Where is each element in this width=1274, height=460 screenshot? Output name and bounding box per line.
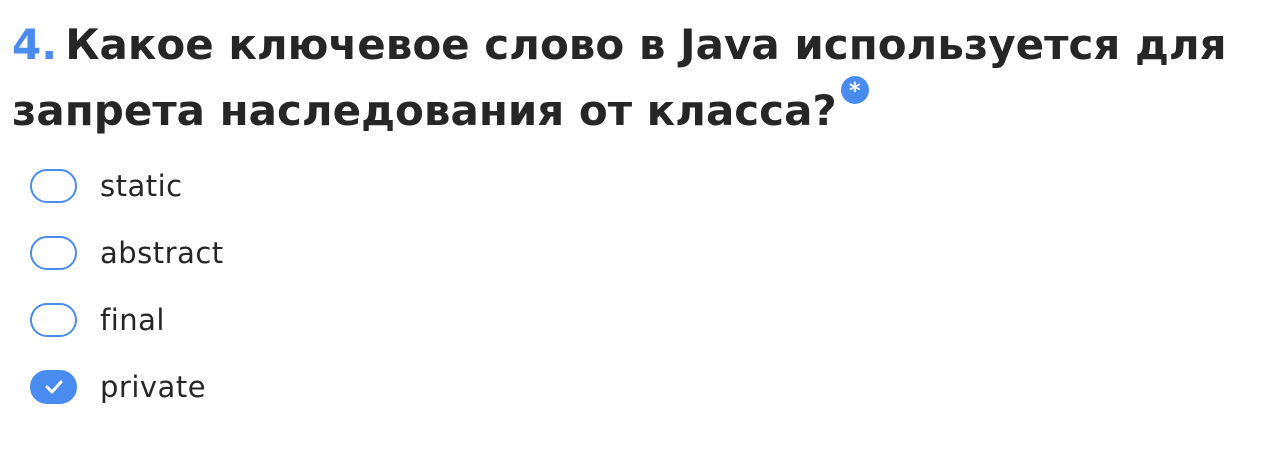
- option-label: static: [100, 168, 183, 203]
- options-list: static abstract final private: [30, 152, 224, 420]
- option-checkbox[interactable]: [30, 168, 77, 203]
- required-asterisk-icon: *: [840, 76, 869, 104]
- question-title: 4. Какое ключевое слово в Java использует…: [12, 12, 1252, 144]
- question-text: Какое ключевое слово в Java используется…: [12, 20, 1227, 135]
- option-checkbox[interactable]: [30, 369, 77, 404]
- option-label: private: [100, 369, 207, 404]
- question-number: 4.: [12, 20, 58, 69]
- option-final[interactable]: final: [30, 286, 224, 353]
- option-private[interactable]: private: [30, 353, 224, 420]
- option-static[interactable]: static: [30, 152, 224, 219]
- option-checkbox[interactable]: [30, 235, 77, 270]
- option-abstract[interactable]: abstract: [30, 219, 224, 286]
- option-checkbox[interactable]: [30, 302, 77, 337]
- option-label: final: [100, 302, 165, 337]
- checkmark-icon: [45, 380, 62, 393]
- option-label: abstract: [100, 235, 224, 270]
